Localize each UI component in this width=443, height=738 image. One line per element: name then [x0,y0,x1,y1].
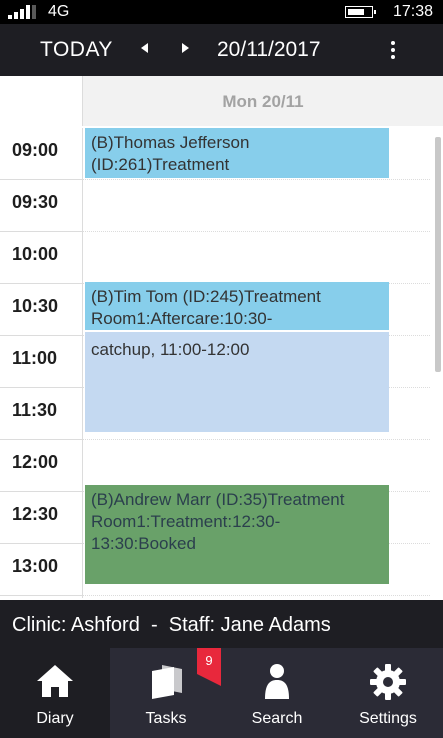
more-vertical-icon[interactable] [384,38,402,62]
appointment-block[interactable]: (B)Tim Tom (ID:245)Treatment Room1:After… [85,282,389,330]
appointment-text: (B)Andrew Marr (ID:35)Treatment [91,490,345,509]
time-slot: 09:30 [0,180,82,232]
status-bar: 4G 17:38 [0,0,443,24]
appointment-text: Room1:Treatment:12:30- [91,512,281,531]
staff-name: Jane Adams [220,614,331,636]
appointment-text: (B)Thomas Jefferson [91,133,250,152]
signal-icon [8,5,36,19]
gear-icon [370,664,406,700]
clinic-label: Clinic: [12,614,67,636]
time-slot: 09:00 [0,128,82,180]
status-time: 17:38 [392,3,433,20]
appointment-text: 13:30:Booked [91,534,196,553]
time-slot: 13:00 [0,544,82,596]
diary-toolbar: TODAY 20/11/2017 [0,24,443,76]
chevron-right-icon[interactable] [182,43,189,53]
time-slot: 11:00 [0,336,82,388]
nav-diary[interactable]: Diary [0,648,110,738]
slot-divider [82,595,430,596]
grid-divider [82,128,83,598]
clinic-staff-text: Clinic: Ashford - Staff: Jane Adams [12,614,331,637]
person-icon [265,664,289,699]
appointment-block[interactable]: catchup, 11:00-12:00 [85,332,389,432]
today-button[interactable]: TODAY [40,38,113,62]
appointment-block[interactable]: (B)Thomas Jefferson (ID:261)Treatment [85,128,389,178]
tasks-badge: 9 [197,648,221,686]
nav-settings[interactable]: Settings [333,648,443,738]
nav-label: Diary [36,710,74,727]
appointment-text: catchup, 11:00-12:00 [91,340,250,359]
nav-label: Settings [359,710,417,727]
home-icon [37,665,73,697]
clinic-name: Ashford [70,614,140,636]
badge-count: 9 [205,653,213,668]
time-slot: 10:00 [0,232,82,284]
time-slot: 10:30 [0,284,82,336]
scrollbar[interactable] [435,137,441,372]
chevron-left-icon[interactable] [141,43,148,53]
nav-label: Tasks [145,710,187,727]
slot-divider [82,439,430,440]
time-slot: 11:30 [0,388,82,440]
tasks-icon [152,665,182,699]
time-slot: 12:00 [0,440,82,492]
separator: - [150,614,158,636]
nav-search[interactable]: Search [222,648,332,738]
staff-label: Staff: [168,614,216,636]
time-slot: 12:30 [0,492,82,544]
slot-divider [82,231,430,232]
appointment-text: Room1:Aftercare:10:30- [91,309,273,328]
network-type: 4G [48,3,70,20]
day-label: Mon 20/11 [222,92,304,111]
day-column-header[interactable]: Mon 20/11 [82,76,443,126]
slot-divider [82,179,430,180]
appointment-text: (B)Tim Tom (ID:245)Treatment [91,287,321,306]
nav-label: Search [251,710,303,727]
appointment-block[interactable]: (B)Andrew Marr (ID:35)Treatment Room1:Tr… [85,485,389,584]
bottom-nav: Diary Tasks 9 Search Settings [0,648,443,738]
current-date[interactable]: 20/11/2017 [217,38,321,62]
clinic-staff-bar: Clinic: Ashford - Staff: Jane Adams [0,600,443,648]
battery-icon [345,6,376,18]
header-corner [0,76,82,126]
appointment-text: (ID:261)Treatment [91,155,230,174]
